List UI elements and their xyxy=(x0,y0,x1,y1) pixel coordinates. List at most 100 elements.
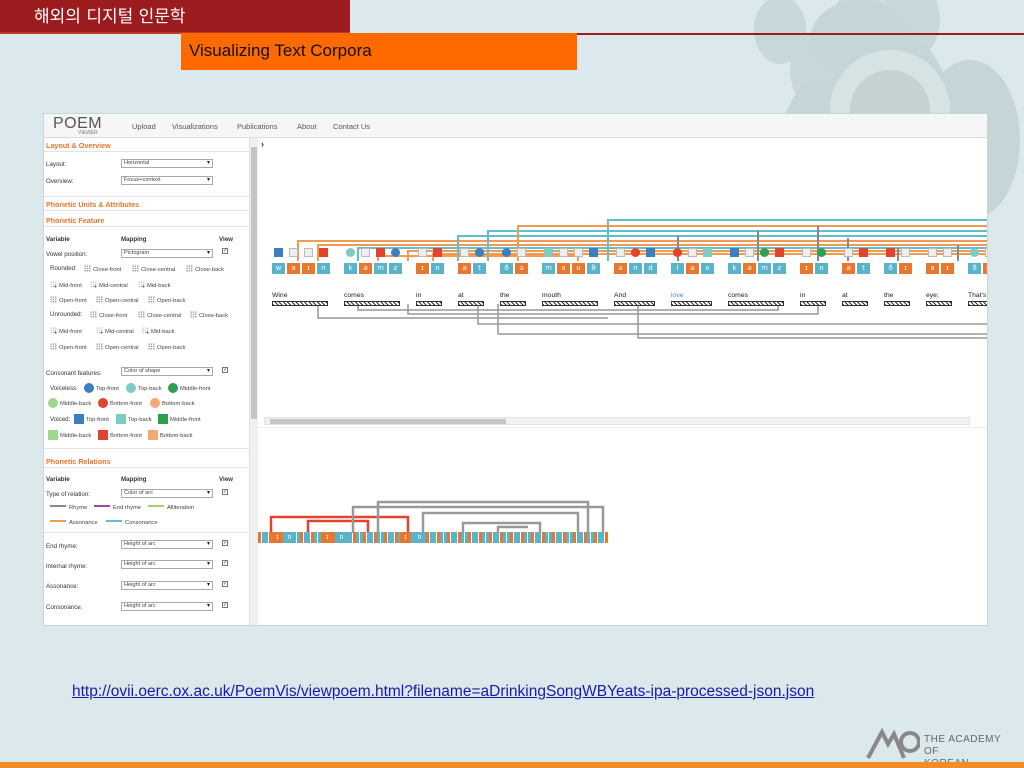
internal-rhyme-checkbox[interactable]: ✓ xyxy=(222,560,228,566)
phoneme-box[interactable]: v xyxy=(701,263,714,274)
poem-word[interactable]: in xyxy=(800,292,805,299)
scrollbar-thumb[interactable] xyxy=(270,419,506,424)
phoneme-box[interactable]: ɪ xyxy=(302,263,315,274)
phoneme-box[interactable]: a xyxy=(287,263,300,274)
poem-viewer-url-link[interactable]: http://ovii.oerc.ox.ac.uk/PoemVis/viewpo… xyxy=(72,683,814,701)
nav-about[interactable]: About xyxy=(297,122,317,131)
overview-phoneme-label: ɪ xyxy=(272,532,283,543)
phoneme-box[interactable]: ə xyxy=(458,263,471,274)
phoneme-box[interactable]: ə xyxy=(743,263,756,274)
phoneme-box[interactable]: k xyxy=(728,263,741,274)
rounded-label: Rounded: xyxy=(50,265,77,272)
phoneme-box[interactable]: u xyxy=(572,263,585,274)
phoneme-box[interactable]: n xyxy=(431,263,444,274)
nav-contact-us[interactable]: Contact Us xyxy=(333,122,370,131)
phoneme-box[interactable]: n xyxy=(629,263,642,274)
overview-select[interactable]: Focus+context xyxy=(121,176,213,185)
phoneme-box[interactable]: ɪ xyxy=(800,263,813,274)
poem-word[interactable]: That's xyxy=(968,292,986,299)
swatch-square-icon xyxy=(74,414,84,424)
consonance-checkbox[interactable]: ✓ xyxy=(222,602,228,608)
poem-word[interactable]: And xyxy=(614,292,626,299)
phonetic-units-heading[interactable]: Phonetic Units & Attributes xyxy=(46,200,139,209)
consonance-select[interactable]: Height of arc xyxy=(121,602,213,611)
phoneme-box[interactable]: ə xyxy=(686,263,699,274)
phonetic-relations-heading[interactable]: Phonetic Relations xyxy=(46,457,111,466)
phoneme-box[interactable]: t xyxy=(857,263,870,274)
horizontal-scrollbar[interactable] xyxy=(264,417,970,425)
internal-rhyme-select[interactable]: Height of arc xyxy=(121,560,213,569)
poem-word[interactable]: at xyxy=(842,292,848,299)
poem-word[interactable]: Wine xyxy=(272,292,288,299)
layout-select[interactable]: Horizontal xyxy=(121,159,213,168)
poem-word[interactable]: eye; xyxy=(926,292,939,299)
phoneme-box[interactable]: z xyxy=(773,263,786,274)
relation-type-select[interactable]: Color of arc xyxy=(121,489,213,498)
voiced-middle-front: Middle-front xyxy=(158,414,201,424)
sidebar-scrollbar[interactable] xyxy=(249,138,258,625)
poem-word[interactable]: comes xyxy=(344,292,364,299)
phoneme-box[interactable]: ð xyxy=(500,263,513,274)
phoneme-box[interactable]: a xyxy=(557,263,570,274)
layout-overview-heading[interactable]: Layout & Overview xyxy=(46,141,111,150)
scrollbar-thumb[interactable] xyxy=(251,147,257,419)
poem-word[interactable]: mouth xyxy=(542,292,561,299)
phoneme-box[interactable]: θ xyxy=(587,263,600,274)
phonetic-feature-heading[interactable]: Phonetic Feature xyxy=(46,216,104,225)
poem-word[interactable]: comes xyxy=(728,292,748,299)
phoneme-box[interactable]: k xyxy=(344,263,357,274)
poem-word[interactable]: the xyxy=(884,292,893,299)
phoneme-box[interactable]: ɪ xyxy=(941,263,954,274)
phoneme-box[interactable]: z xyxy=(389,263,402,274)
pictogram-icon xyxy=(186,265,193,272)
poem-word[interactable]: in xyxy=(416,292,421,299)
relation-view-checkbox[interactable]: ✓ xyxy=(222,489,228,495)
phoneme-box[interactable]: d xyxy=(644,263,657,274)
academy-of-korean-studies-logo: THE ACADEMY OF KOREAN STUDIES xyxy=(866,728,1016,768)
phoneme-box[interactable]: n xyxy=(317,263,330,274)
poem-word[interactable]: love xyxy=(671,292,683,299)
phoneme-box[interactable]: ə xyxy=(359,263,372,274)
phoneme-box[interactable]: m xyxy=(542,263,555,274)
poem-word[interactable]: at xyxy=(458,292,464,299)
assonance-checkbox[interactable]: ✓ xyxy=(222,581,228,587)
line-swatch-icon xyxy=(50,520,66,522)
assonance-select[interactable]: Height of arc xyxy=(121,581,213,590)
phoneme-box[interactable]: w xyxy=(272,263,285,274)
vowel-pictogram-icon xyxy=(289,248,298,257)
vowel-view-checkbox[interactable]: ✓ xyxy=(222,248,228,254)
vowel-pictogram-icon xyxy=(985,248,987,257)
phoneme-box[interactable]: ə xyxy=(842,263,855,274)
swatch-circle-icon xyxy=(98,398,108,408)
phoneme-box[interactable]: m xyxy=(374,263,387,274)
phoneme-box[interactable]: ə xyxy=(515,263,528,274)
consonant-item-label: Middle-front xyxy=(180,386,211,392)
phoneme-box[interactable]: æ xyxy=(983,263,987,274)
poem-word[interactable]: the xyxy=(500,292,509,299)
nav-publications[interactable]: Publications xyxy=(237,122,277,131)
end-rhyme-checkbox[interactable]: ✓ xyxy=(222,540,228,546)
overview-strip[interactable]: ɪnɪnɪn xyxy=(258,532,610,543)
phoneme-box[interactable]: ɪ xyxy=(899,263,912,274)
phoneme-box[interactable]: m xyxy=(758,263,771,274)
nav-upload[interactable]: Upload xyxy=(132,122,156,131)
phoneme-box[interactable]: l xyxy=(671,263,684,274)
pictogram-icon xyxy=(148,296,155,303)
phoneme-box[interactable]: a xyxy=(926,263,939,274)
vowel-close-back: Close-back xyxy=(186,265,224,273)
internal-rhyme-label: Internal rhyme: xyxy=(46,563,88,570)
consonant-features-select[interactable]: Color of shape xyxy=(121,367,213,376)
phoneme-box[interactable]: ð xyxy=(968,263,981,274)
phoneme-box[interactable]: ð xyxy=(884,263,897,274)
phoneme-box[interactable]: ɪ xyxy=(416,263,429,274)
phoneme-box[interactable]: t xyxy=(473,263,486,274)
nav-visualizations[interactable]: Visualizations xyxy=(172,122,218,131)
vowel-open-front: Open-front xyxy=(50,296,87,304)
phoneme-box[interactable]: n xyxy=(815,263,828,274)
consonant-view-checkbox[interactable]: ✓ xyxy=(222,367,228,373)
phoneme-box[interactable]: ə xyxy=(614,263,627,274)
swatch-circle-icon xyxy=(150,398,160,408)
end-rhyme-select[interactable]: Height of arc xyxy=(121,540,213,549)
vowel-position-select[interactable]: Pictogram xyxy=(121,249,213,258)
section-divider xyxy=(44,210,249,211)
